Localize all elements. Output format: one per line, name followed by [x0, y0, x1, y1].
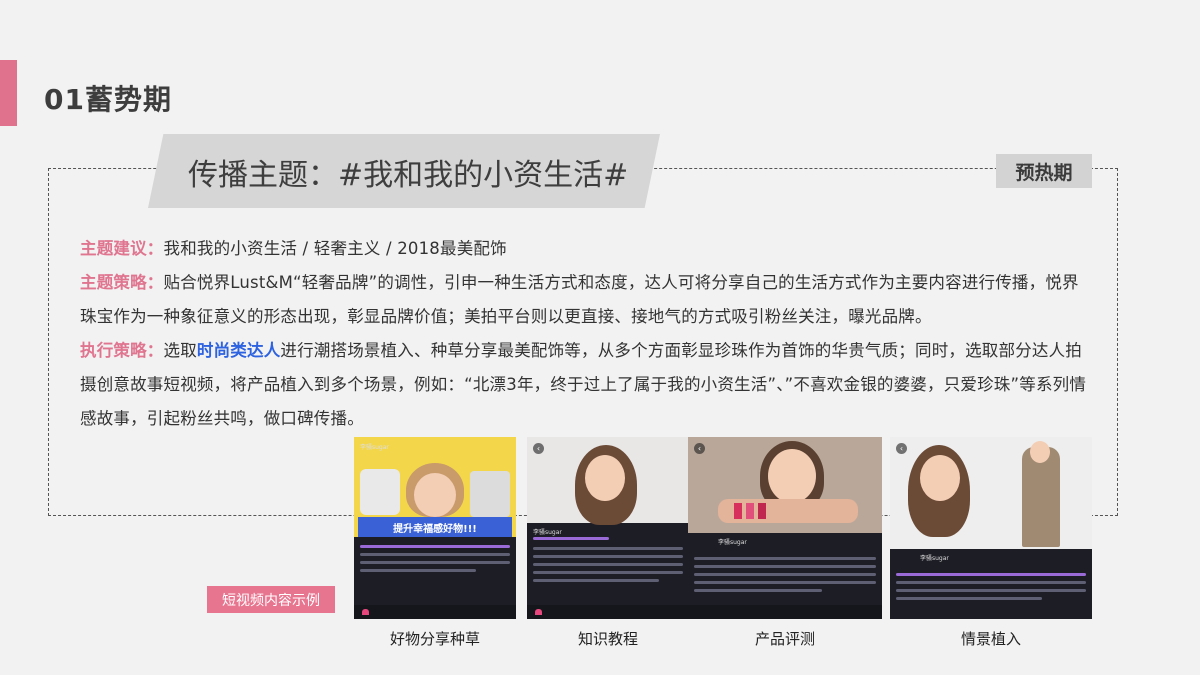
text-line	[360, 561, 510, 564]
swatch-shape	[758, 503, 766, 519]
text-line	[533, 563, 683, 566]
text-line	[896, 597, 1042, 600]
text-line	[694, 557, 876, 560]
swatch-shape	[734, 503, 742, 519]
suggestion-text: 我和我的小资生活 / 轻奢主义 / 2018最美配饰	[163, 239, 507, 258]
heart-icon	[362, 609, 369, 615]
example-caption: 产品评测	[754, 630, 815, 648]
text-line	[360, 545, 510, 548]
text-line	[896, 589, 1086, 592]
text-line	[533, 537, 609, 540]
text-line	[533, 547, 683, 550]
thumbnail-footer	[527, 605, 689, 619]
face-shape	[920, 455, 960, 501]
example-video-thumbnail[interactable]: ‹ 李骚sugar	[688, 437, 882, 619]
execution-para: 执行策略：选取时尚类达人进行潮搭场景植入、种草分享最美配饰等，从多个方面彰显珍珠…	[80, 334, 1090, 436]
back-icon[interactable]: ‹	[533, 443, 544, 454]
text-line	[533, 571, 683, 574]
thumbnail-user: 李骚sugar	[718, 539, 747, 546]
theme-title: 传播主题：#我和我的小资生活#	[188, 158, 629, 193]
text-line	[360, 569, 476, 572]
thumbnail-footer	[354, 605, 516, 619]
execution-pre: 选取	[163, 341, 197, 360]
example-video-thumbnail[interactable]: ‹ 李骚sugar	[890, 437, 1092, 619]
text-line	[694, 581, 876, 584]
example-video-thumbnail[interactable]: ‹ 李骚sugar	[527, 437, 689, 619]
face-shape	[585, 455, 625, 501]
text-line	[896, 573, 1086, 576]
face-shape	[1030, 441, 1050, 463]
strategy-text: 贴合悦界Lust&M“轻奢品牌”的调性，引申一种生活方式和态度，达人可将分享自己…	[80, 273, 1079, 326]
back-icon[interactable]: ‹	[896, 443, 907, 454]
thumbnail-user: 李骚sugar	[360, 444, 389, 451]
phase-tag: 预热期	[996, 154, 1092, 188]
suggestion-label: 主题建议：	[80, 239, 164, 258]
face-shape	[414, 473, 456, 517]
section-title: 01蓄势期	[44, 83, 172, 116]
swatch-shape	[746, 503, 754, 519]
back-icon[interactable]: ‹	[694, 443, 705, 454]
text-line	[533, 555, 683, 558]
text-line	[360, 553, 510, 556]
example-video-thumbnail[interactable]: 李骚sugar 提升幸福感好物!!!	[354, 437, 516, 619]
example-caption: 情景植入	[960, 630, 1021, 648]
example-tag: 短视频内容示例	[207, 586, 335, 613]
strategy-para: 主题策略：贴合悦界Lust&M“轻奢品牌”的调性，引申一种生活方式和态度，达人可…	[80, 266, 1090, 334]
example-caption: 好物分享种草	[389, 630, 480, 648]
thumbnail-footer	[688, 605, 882, 619]
face-shape	[768, 449, 816, 503]
execution-label: 执行策略：	[80, 341, 164, 360]
strategy-label: 主题策略：	[80, 273, 164, 292]
text-line	[533, 579, 659, 582]
thumbnail-overlay-text: 提升幸福感好物!!!	[358, 517, 512, 537]
execution-highlight: 时尚类达人	[196, 341, 281, 360]
text-line	[694, 573, 876, 576]
appliance-shape	[360, 469, 400, 515]
heart-icon	[535, 609, 542, 615]
text-line	[896, 581, 1086, 584]
suggestion-line: 主题建议：我和我的小资生活 / 轻奢主义 / 2018最美配饰	[80, 232, 1090, 266]
thumbnail-user: 李骚sugar	[533, 529, 562, 536]
text-line	[694, 565, 876, 568]
accent-bar	[0, 60, 17, 126]
appliance-shape	[470, 471, 510, 517]
text-line	[694, 589, 822, 592]
strategy-text-block: 主题建议：我和我的小资生活 / 轻奢主义 / 2018最美配饰 主题策略：贴合悦…	[80, 232, 1090, 436]
thumbnail-user: 李骚sugar	[920, 555, 949, 562]
example-caption: 知识教程	[577, 630, 638, 648]
